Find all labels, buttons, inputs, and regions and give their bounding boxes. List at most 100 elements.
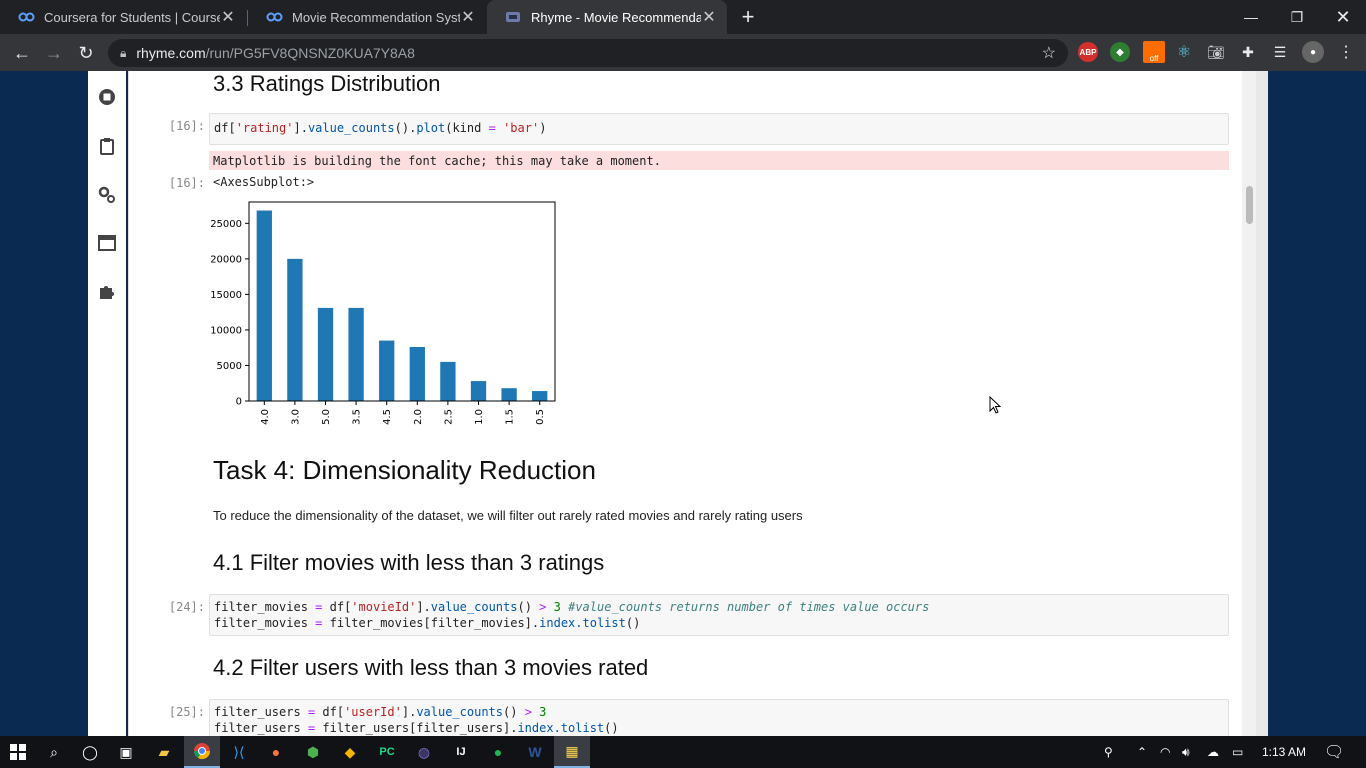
- section-heading: 4.2 Filter users with less than 3 movies…: [213, 655, 649, 680]
- file-explorer-icon[interactable]: ▰: [146, 736, 182, 768]
- section-heading: 3.3 Ratings Distribution: [213, 71, 441, 96]
- chart-bar: [348, 307, 364, 401]
- clipboard-icon[interactable]: [97, 136, 117, 156]
- extension-off-label: off: [1149, 54, 1159, 63]
- tab-movie-recommendation[interactable]: Movie Recommendation System ✕: [248, 0, 486, 34]
- people-icon[interactable]: ⚲: [1104, 736, 1113, 768]
- git-icon[interactable]: ◆: [332, 736, 368, 768]
- notebook-scrollbar[interactable]: [1242, 71, 1256, 736]
- tab-title: Coursera for Students | Coursera: [44, 9, 220, 25]
- lock-icon: 🔒︎: [120, 45, 127, 60]
- menu-dots-icon[interactable]: ⋮: [1336, 42, 1356, 62]
- chart-y-tick-label: 10000: [210, 325, 242, 336]
- avatar[interactable]: ●: [1302, 41, 1324, 63]
- eclipse-icon[interactable]: ◍: [406, 736, 442, 768]
- chart-x-tick-label: 4.0: [260, 409, 271, 425]
- stderr-output: Matplotlib is building the font cache; t…: [209, 151, 1229, 170]
- forward-icon[interactable]: →: [40, 39, 68, 67]
- jupyter-notebook: 3.3 Ratings Distribution [16]: df['ratin…: [128, 71, 1256, 736]
- extension-off-icon[interactable]: off: [1143, 41, 1165, 63]
- tray-chevron-icon[interactable]: ⌃: [1137, 736, 1147, 768]
- task-description: To reduce the dimensionality of the data…: [213, 508, 803, 523]
- camtasia-icon[interactable]: ▦: [554, 736, 590, 768]
- chart-y-tick-label: 25000: [210, 219, 242, 230]
- close-icon[interactable]: ✕: [460, 7, 476, 27]
- right-frame: [1256, 71, 1268, 736]
- chart-bar: [317, 307, 334, 401]
- chrome-icon[interactable]: [184, 736, 220, 768]
- chart-x-tick-label: 4.5: [382, 409, 393, 425]
- postman-icon[interactable]: ●: [258, 736, 294, 768]
- url-path: /run/PG5FV8QNSNZ0KUA7Y8A8: [205, 45, 415, 61]
- spotify-icon[interactable]: ●: [480, 736, 516, 768]
- close-icon[interactable]: ✕: [220, 7, 236, 27]
- chart-x-tick-label: 3.5: [352, 409, 363, 425]
- chart-y-tick-label: 15000: [210, 290, 242, 301]
- extensions-puzzle-icon[interactable]: ✚: [1238, 42, 1258, 62]
- browser-tab-strip: Coursera for Students | Coursera ✕ Movie…: [0, 0, 1366, 34]
- window-close-button[interactable]: ✕: [1320, 0, 1366, 34]
- restore-button[interactable]: ❐: [1274, 0, 1320, 34]
- wifi-icon[interactable]: ◠: [1160, 736, 1170, 768]
- puzzle-icon[interactable]: [97, 281, 117, 301]
- stop-icon[interactable]: [97, 87, 117, 107]
- chart-x-tick-label: 2.5: [443, 409, 454, 425]
- input-prompt: [25]:: [168, 705, 205, 719]
- volume-icon[interactable]: 🔊︎: [1182, 736, 1190, 768]
- pycharm-icon[interactable]: PC: [369, 736, 405, 768]
- chart-x-tick-label: 5.0: [321, 409, 332, 425]
- tab-rhyme[interactable]: Rhyme - Movie Recommendation ✕: [487, 0, 727, 34]
- chart-bar: [409, 346, 425, 401]
- tab-coursera[interactable]: Coursera for Students | Coursera ✕: [0, 0, 246, 34]
- onedrive-icon[interactable]: ☁: [1207, 736, 1219, 768]
- cortana-icon[interactable]: ◯: [72, 736, 108, 768]
- ratings-bar-chart: 0 5000 10000 15000 20000 25000 4.0 3.0 5.0 3.5 4.5…: [210, 201, 556, 425]
- windows-start-icon[interactable]: [0, 736, 36, 768]
- new-tab-button[interactable]: +: [738, 4, 758, 30]
- close-icon[interactable]: ✕: [701, 7, 717, 27]
- chart-x-tick-label: 2.0: [413, 409, 424, 425]
- url-host: rhyme.com: [136, 45, 206, 61]
- back-icon[interactable]: ←: [8, 39, 36, 67]
- settings-gears-icon[interactable]: [97, 185, 117, 205]
- coursera-icon: [18, 11, 36, 23]
- task-view-icon[interactable]: ▣: [108, 736, 144, 768]
- clock[interactable]: 1:13 AM: [1262, 736, 1306, 768]
- chart-x-tick-label: 1.5: [505, 409, 516, 425]
- chart-bar: [287, 258, 303, 401]
- camera-icon[interactable]: 📷︎: [1206, 42, 1226, 62]
- chart-bar: [532, 391, 548, 401]
- search-icon[interactable]: ⌕: [36, 736, 72, 768]
- chart-bar: [440, 361, 456, 401]
- windows-taskbar: ⌕ ◯ ▣ ▰ ⟩⟨ ● ⬢ ◆ PC ◍ IJ ● W ▦ ⚲ ⌃ ◠ 🔊︎ …: [0, 736, 1366, 768]
- tab-title: Movie Recommendation System: [292, 9, 460, 25]
- address-bar[interactable]: 🔒︎ rhyme.com/run/PG5FV8QNSNZ0KUA7Y8A8 ☆: [108, 39, 1068, 67]
- adblock-label: ABP: [1079, 47, 1097, 57]
- minimize-button[interactable]: —: [1228, 0, 1274, 34]
- react-devtools-icon[interactable]: ⚛: [1174, 42, 1194, 62]
- word-icon[interactable]: W: [517, 736, 553, 768]
- chart-y-tick-label: 5000: [217, 361, 242, 372]
- tab-title: Rhyme - Movie Recommendation: [531, 9, 701, 25]
- nodejs-icon[interactable]: ⬢: [295, 736, 331, 768]
- output-text: <AxesSubplot:>: [213, 175, 315, 189]
- scrollbar-thumb[interactable]: [1246, 186, 1253, 224]
- window-icon[interactable]: [97, 233, 117, 253]
- media-queue-icon[interactable]: ☰: [1270, 42, 1290, 62]
- chart-y-tick-label: 0: [236, 397, 242, 408]
- adblock-icon[interactable]: ABP: [1078, 42, 1098, 62]
- browser-toolbar: ← → ↻ 🔒︎ rhyme.com/run/PG5FV8QNSNZ0KUA7Y…: [0, 34, 1366, 71]
- bookmark-star-icon[interactable]: ☆: [1042, 43, 1056, 63]
- reload-icon[interactable]: ↻: [72, 39, 100, 67]
- code-cell[interactable]: df['rating'].value_counts().plot(kind = …: [209, 113, 1229, 145]
- notifications-icon[interactable]: 🗨︎: [1324, 736, 1344, 768]
- vscode-icon[interactable]: ⟩⟨: [221, 736, 257, 768]
- workspace-sidebar: [88, 71, 126, 736]
- code-cell[interactable]: filter_movies = df['movieId'].value_coun…: [209, 594, 1229, 636]
- intellij-icon[interactable]: IJ: [443, 736, 479, 768]
- extension-icon[interactable]: ◆: [1110, 42, 1130, 62]
- input-prompt: [16]:: [168, 119, 205, 133]
- mouse-cursor-icon: [989, 396, 1001, 414]
- code-cell[interactable]: filter_users = df['userId'].value_counts…: [209, 699, 1229, 736]
- battery-icon[interactable]: ▭: [1232, 736, 1243, 768]
